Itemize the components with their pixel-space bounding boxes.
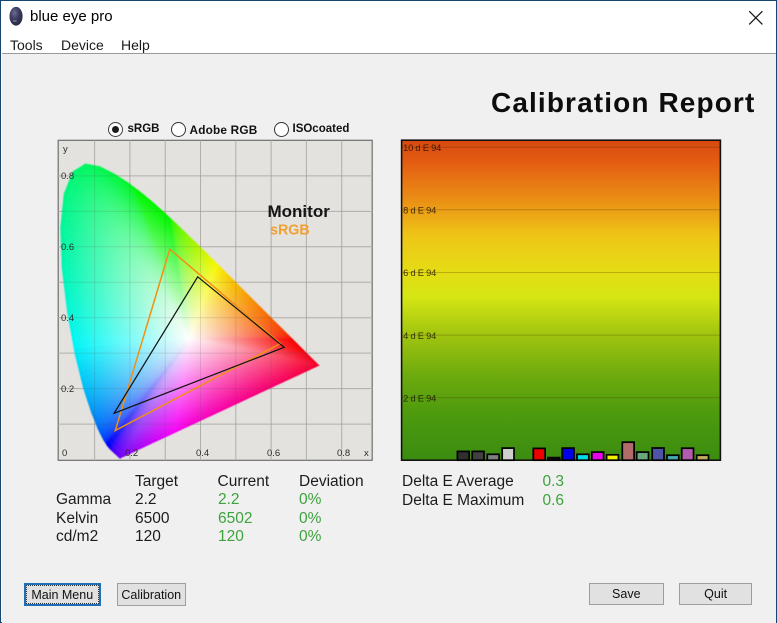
svg-text:10 d E 94: 10 d E 94 [403, 143, 441, 153]
svg-text:6 d E 94: 6 d E 94 [403, 268, 436, 278]
svg-text:8 d E 94: 8 d E 94 [403, 206, 436, 216]
svg-text:2 d E 94: 2 d E 94 [403, 393, 436, 403]
svg-text:4 d E 94: 4 d E 94 [403, 331, 436, 341]
